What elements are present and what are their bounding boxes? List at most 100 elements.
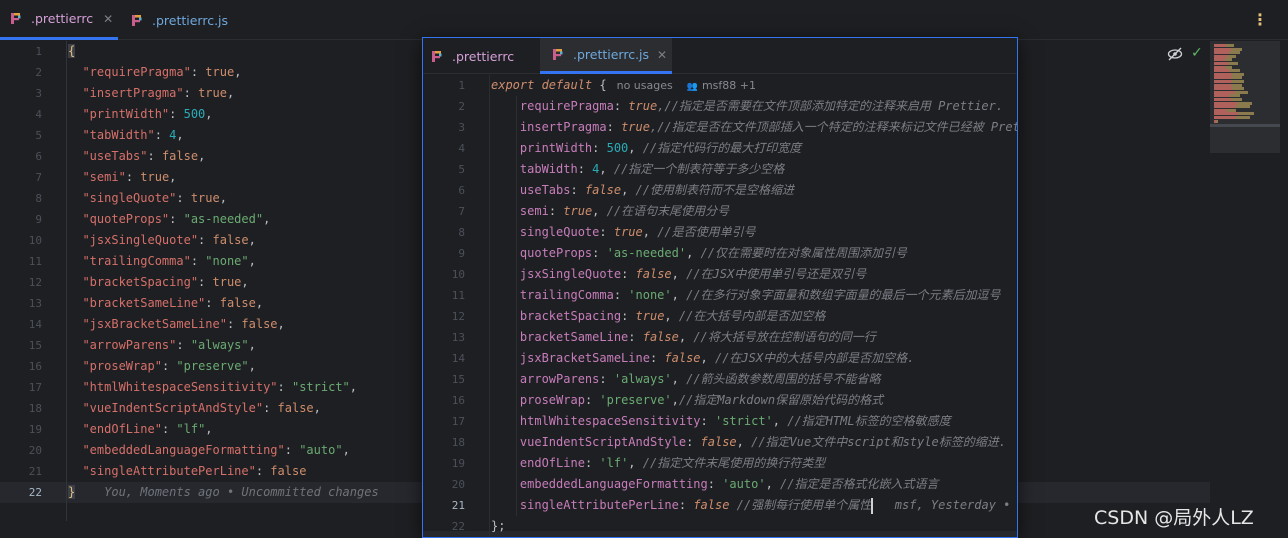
no-problems-check-icon[interactable]: ✓ (1191, 45, 1203, 61)
code-line[interactable]: quoteProps: 'as-needed', //仅在需要时在对象属性周围添… (491, 243, 907, 264)
code-line[interactable]: "printWidth": 500, (68, 104, 212, 125)
code-line[interactable]: } You, Moments ago • Uncommitted changes (68, 482, 379, 503)
code-line[interactable]: "singleQuote": true, (68, 188, 227, 209)
reader-mode-off-icon[interactable] (1167, 47, 1183, 61)
code-line[interactable]: printWidth: 500, //指定代码行的最大打印宽度 (491, 138, 801, 159)
code-line[interactable]: useTabs: false, //使用制表符而不是空格缩进 (491, 180, 794, 201)
code-line[interactable]: "quoteProps": "as-needed", (68, 209, 270, 230)
code-token: printWidth (519, 141, 593, 155)
overlay-tab-prettierrc[interactable]: .prettierrc (423, 38, 539, 74)
code-line[interactable]: "requirePragma": true, (68, 62, 241, 83)
usages-hint[interactable]: no usages (617, 79, 673, 92)
code-line[interactable]: embeddedLanguageFormatting: 'auto', //指定… (491, 474, 939, 495)
code-token: , (700, 351, 715, 365)
code-token: vueIndentScriptAndStyle (519, 435, 687, 449)
tab-prettierrc-js[interactable]: .prettierrc.js (124, 0, 234, 40)
line-number: 4 (35, 108, 42, 121)
code-token: , (248, 254, 256, 268)
code-line[interactable]: }; (491, 516, 505, 537)
code-line[interactable]: endOfLine: 'lf', //指定文件末尾使用的换行符类型 (491, 453, 825, 474)
line-number: 19 (28, 423, 42, 436)
line-number: 18 (28, 402, 42, 415)
line-number: 15 (28, 339, 42, 352)
code-line[interactable]: "vueIndentScriptAndStyle": false, (68, 398, 321, 419)
code-line[interactable]: jsxSingleQuote: false, //在JSX中使用单引号还是双引号 (491, 264, 866, 285)
code-token: : (255, 464, 271, 478)
more-options-icon[interactable]: ⋮ (1252, 10, 1268, 29)
code-token: , (219, 191, 227, 205)
tab-prettierrc[interactable]: .prettierrc ✕ (0, 0, 118, 40)
line-number: 22 (451, 520, 465, 533)
code-line[interactable]: "bracketSameLine": false, (68, 293, 263, 314)
floating-editor-window[interactable]: .prettierrc .prettierrc.js ✕ 1 2 3 4 5 6 7 8 9 10… (422, 37, 1018, 538)
code-line[interactable]: tabWidth: 4, //指定一个制表符等于多少空格 (491, 159, 784, 180)
code-line[interactable]: export default {no usages 👥 msf88 +1 (491, 75, 756, 96)
code-line[interactable]: trailingComma: 'none', //在多行对象字面量和数组字面量的… (491, 285, 1001, 306)
code-token: : (577, 162, 593, 176)
code-line[interactable]: jsxBracketSameLine: false, //在JSX中的大括号内部… (491, 348, 914, 369)
code-token: //指定是否格式化嵌入式语言 (780, 477, 939, 491)
code-token: htmlWhitespaceSensitivity (519, 414, 701, 428)
code-line[interactable]: "arrowParens": "always", (68, 335, 255, 356)
code-token: false (270, 464, 307, 478)
code-line[interactable]: htmlWhitespaceSensitivity: 'strict', //指… (491, 411, 951, 432)
code-line[interactable]: requirePragma: true,//指定是否需要在文件顶部添加特定的注释… (491, 96, 1003, 117)
code-token: , (313, 401, 321, 415)
minimap-line (1214, 105, 1250, 109)
code-line[interactable]: "proseWrap": "preserve", (68, 356, 255, 377)
authors-hint[interactable]: msf88 +1 (702, 79, 756, 92)
code-line[interactable]: "insertPragma": true, (68, 83, 234, 104)
code-token: "useTabs" (82, 149, 148, 163)
code-line[interactable]: arrowParens: 'always', //箭头函数参数周围的括号不能省略 (491, 369, 881, 390)
code-line[interactable]: "tabWidth": 4, (68, 125, 183, 146)
code-line[interactable]: "embeddedLanguageFormatting": "auto", (68, 440, 349, 461)
code-line[interactable]: singleQuote: true, //是否使用单引号 (491, 222, 756, 243)
code-line[interactable]: singleAttributePerLine: false //强制每行使用单个… (491, 495, 1018, 516)
code-line[interactable]: "useTabs": false, (68, 146, 205, 167)
code-line[interactable]: semi: true, //在语句末尾使用分号 (491, 201, 729, 222)
minimap[interactable] (1210, 41, 1280, 153)
overlay-tab-prettierrc-js[interactable]: .prettierrc.js ✕ (540, 38, 672, 74)
code-line[interactable]: bracketSameLine: false, //将大括号放在控制语句的同一行 (491, 327, 876, 348)
code-line[interactable]: "endOfLine": "lf", (68, 419, 213, 440)
close-icon[interactable]: ✕ (657, 48, 667, 62)
minimap-line (1214, 47, 1242, 51)
code-token: "quoteProps" (82, 212, 170, 226)
code-line[interactable]: proseWrap: 'preserve',//指定Markdown保留原始代码… (491, 390, 883, 411)
minimap-viewport (1210, 124, 1280, 127)
code-token: "arrowParens" (82, 338, 177, 352)
overlay-editor-body[interactable]: 1 2 3 4 5 6 7 8 9 10 11 12 13 14 15 16 17 18 19 20 21 22 expo… (423, 75, 1018, 537)
code-line[interactable]: "jsxBracketSameLine": false, (68, 314, 284, 335)
close-icon[interactable]: ✕ (103, 12, 113, 26)
code-line[interactable]: "singleAttributePerLine": false (68, 461, 306, 482)
code-line[interactable]: "bracketSpacing": true, (68, 272, 248, 293)
code-token: : (592, 246, 607, 260)
code-line[interactable]: { (68, 41, 76, 62)
line-number: 2 (458, 100, 465, 113)
code-token: bracketSameLine (519, 330, 629, 344)
code-line[interactable]: bracketSpacing: true, //在大括号内部是否加空格 (491, 306, 825, 327)
code-token: , (205, 422, 213, 436)
code-token: false (277, 401, 314, 415)
code-token: 'strict' (714, 414, 773, 428)
code-token: arrowParens (519, 372, 600, 386)
code-token: "semi" (82, 170, 126, 184)
code-token: : (584, 393, 600, 407)
code-token: msf, Yesterday • st (873, 498, 1018, 512)
code-line[interactable]: vueIndentScriptAndStyle: false, //指定Vue文… (491, 432, 1006, 453)
code-token: : (599, 372, 614, 386)
code-token: , (664, 309, 679, 323)
code-token: "as-needed" (183, 212, 264, 226)
code-line[interactable]: insertPragma: true,//指定是否在文件顶部插入一个特定的注释来… (491, 117, 1017, 138)
code-line[interactable]: "jsxSingleQuote": false, (68, 230, 255, 251)
code-line[interactable]: "semi": true, (68, 167, 176, 188)
code-line[interactable]: "htmlWhitespaceSensitivity": "strict", (68, 377, 357, 398)
code-line[interactable]: "trailingComma": "none", (68, 251, 256, 272)
